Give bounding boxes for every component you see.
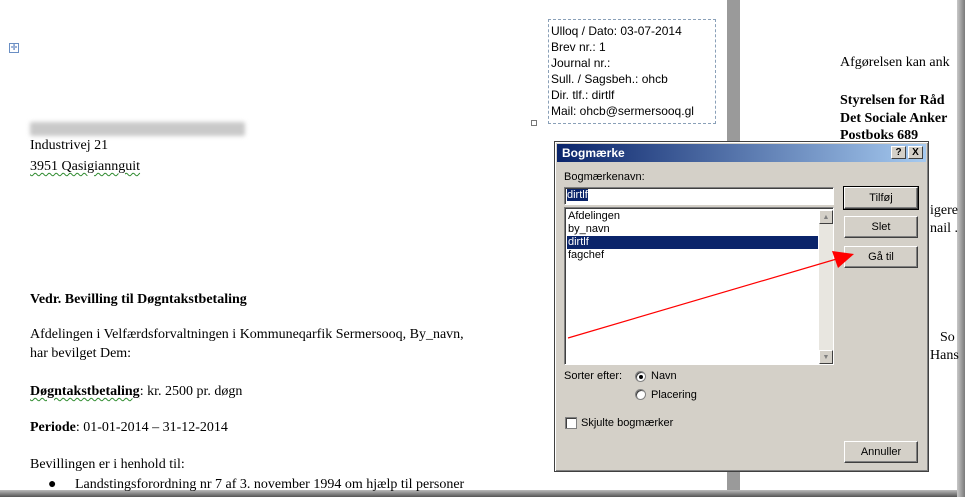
annotation-arrow-icon	[567, 251, 854, 339]
